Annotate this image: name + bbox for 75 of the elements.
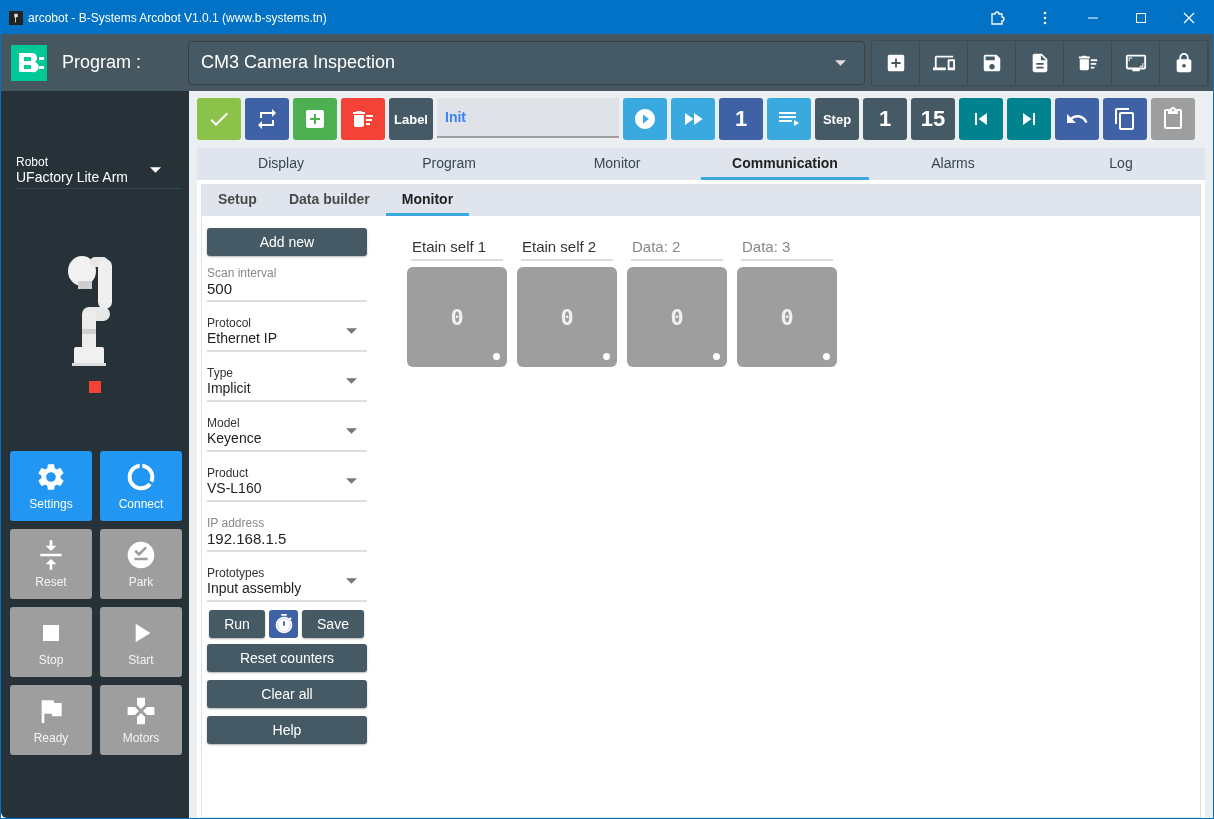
tab[interactable]: Data builder	[272, 185, 386, 216]
name-field[interactable]: Data: 3	[741, 236, 833, 261]
caret-icon	[835, 59, 846, 66]
copy-button[interactable]	[1103, 98, 1147, 140]
input-field[interactable]: Scan interval 500	[207, 262, 367, 302]
value-tile: 0	[737, 267, 837, 367]
caret-icon	[346, 578, 357, 584]
toolbar-button[interactable]: 1	[719, 98, 763, 140]
undo-button[interactable]	[1055, 98, 1099, 140]
delete-list-button[interactable]	[341, 98, 385, 140]
gamepad-icon	[125, 695, 157, 727]
tab[interactable]: Alarms	[869, 148, 1037, 180]
toolbar-button[interactable]: Label	[389, 98, 433, 140]
window-title: arcobot - B-Systems Arcobot V1.0.1 (www.b-systems.tn)	[28, 10, 327, 25]
toolbar-button[interactable]: 1	[863, 98, 907, 140]
clipboard-button[interactable]	[1151, 98, 1195, 140]
save-button[interactable]	[968, 40, 1016, 85]
skip-next-button[interactable]	[1007, 98, 1051, 140]
repeat-button[interactable]	[245, 98, 289, 140]
action-button[interactable]: Clear all	[207, 680, 367, 708]
playlist-play-button[interactable]	[767, 98, 811, 140]
value-tile: 0	[517, 267, 617, 367]
toolbar-button[interactable]: Step	[815, 98, 859, 140]
select-field[interactable]: Product VS-L160	[207, 462, 367, 502]
copy-icon	[1113, 107, 1137, 131]
select-field[interactable]: Prototypes Input assembly	[207, 562, 367, 602]
status-indicator	[89, 381, 101, 393]
caret-icon	[346, 378, 357, 384]
play-icon	[633, 107, 657, 131]
caret-icon	[150, 167, 161, 173]
monitor-button[interactable]	[1112, 40, 1160, 85]
name-field[interactable]: Data: 2	[631, 236, 723, 261]
tab[interactable]: Program	[365, 148, 533, 180]
tab[interactable]: Setup	[202, 185, 273, 216]
select-field[interactable]: Type Implicit	[207, 362, 367, 402]
tab[interactable]: Log	[1037, 148, 1205, 180]
delete-list-button[interactable]	[1064, 40, 1112, 85]
select-field[interactable]: Model Keyence	[207, 412, 367, 452]
caret-icon	[346, 328, 357, 334]
action-button[interactable]: Reset counters	[207, 644, 367, 672]
add-icon	[303, 107, 327, 131]
program-label: Program :	[62, 52, 142, 73]
input-field[interactable]: IP address 192.168.1.5	[207, 512, 367, 552]
tab[interactable]: Display	[197, 148, 365, 180]
tab[interactable]: Monitor	[533, 148, 701, 180]
ring-icon	[125, 461, 157, 493]
run-button[interactable]: Run	[209, 610, 265, 638]
skip-previous-button[interactable]	[959, 98, 1003, 140]
tab[interactable]: Communication	[701, 148, 869, 180]
check-button[interactable]	[197, 98, 241, 140]
play-button[interactable]	[623, 98, 667, 140]
fast-forward-button[interactable]	[671, 98, 715, 140]
app-icon	[9, 9, 23, 26]
save-button[interactable]: Save	[302, 610, 364, 638]
value-tile: 0	[627, 267, 727, 367]
select-field[interactable]: Protocol Ethernet IP	[207, 312, 367, 352]
toolbar-button[interactable]: 15	[911, 98, 955, 140]
devices-button[interactable]	[920, 40, 968, 85]
robot-select[interactable]: Robot UFactory Lite Arm	[16, 155, 181, 189]
name-field[interactable]: Etain self 1	[411, 236, 503, 261]
program-select[interactable]: CM3 Camera Inspection	[188, 40, 865, 85]
timer-button[interactable]	[269, 610, 298, 638]
caret-icon	[346, 428, 357, 434]
tab[interactable]: Monitor	[385, 185, 470, 216]
caret-icon	[346, 478, 357, 484]
value-tile: 0	[407, 267, 507, 367]
add-button[interactable]	[872, 40, 920, 85]
action-button[interactable]: Help	[207, 716, 367, 744]
logo-icon	[11, 44, 47, 81]
extension-icon[interactable]	[989, 9, 1005, 26]
name-field[interactable]: Etain self 2	[521, 236, 613, 261]
add-new-button[interactable]: Add new	[207, 228, 367, 256]
document-button[interactable]	[1016, 40, 1064, 85]
lock-button[interactable]	[1160, 40, 1208, 85]
clipboard-icon	[1161, 107, 1185, 131]
